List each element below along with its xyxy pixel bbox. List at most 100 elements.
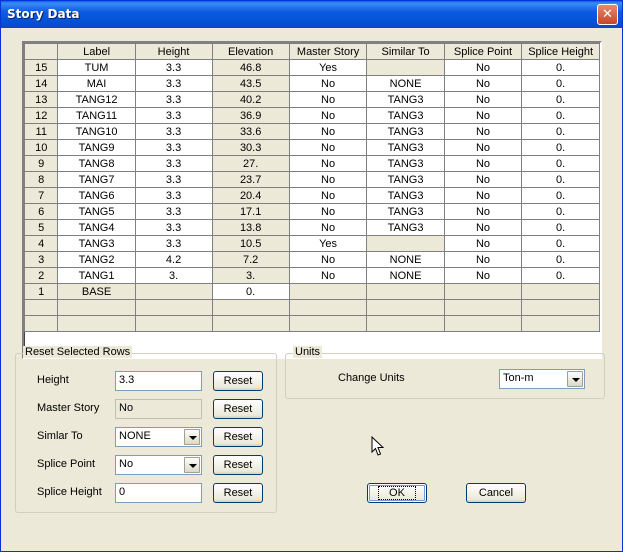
grid-cell[interactable]: 0. [521,107,600,124]
grid-cell[interactable]: No [288,187,368,204]
grid-cell[interactable]: 0. [521,139,600,156]
grid-cell[interactable]: 3.3 [134,123,213,140]
grid-cell[interactable]: 3.3 [134,139,213,156]
similar-to-reset-button[interactable]: Reset [213,427,263,447]
grid-cell[interactable]: TANG8 [57,155,136,172]
close-icon[interactable]: ✕ [597,4,618,25]
chevron-down-icon[interactable] [184,457,200,473]
grid-cell[interactable]: TANG7 [57,171,136,188]
grid-cell[interactable]: 3.3 [134,171,213,188]
grid-cell[interactable]: TANG3 [366,203,445,220]
table-row[interactable]: 9 TANG8 3.3 27. No TANG3 No 0. [24,155,600,172]
grid-cell[interactable]: 13.8 [211,219,290,236]
grid-cell[interactable]: No [288,251,368,268]
splice-height-reset-button[interactable]: Reset [213,483,263,503]
grid-cell[interactable]: 4.2 [134,251,213,268]
table-row[interactable]: 2 TANG1 3. 3. No NONE No 0. [24,267,600,284]
table-row[interactable]: 14 MAI 3.3 43.5 No NONE No 0. [24,75,600,92]
grid-cell[interactable]: No [443,267,523,284]
grid-cell[interactable]: NONE [366,267,445,284]
grid-cell[interactable]: TUM [57,59,136,76]
grid-cell[interactable]: No [443,187,523,204]
grid-cell[interactable]: 17.1 [211,203,290,220]
grid-cell[interactable]: TANG3 [366,187,445,204]
grid-cell[interactable]: No [288,123,368,140]
grid-cell[interactable]: 20.4 [211,187,290,204]
grid-cell[interactable]: 3. [211,267,290,284]
grid-cell[interactable]: No [288,91,368,108]
grid-cell[interactable]: 3. [134,267,213,284]
grid-cell[interactable]: 36.9 [211,107,290,124]
grid-cell[interactable]: 23.7 [211,171,290,188]
grid-header-cell[interactable]: Similar To [366,43,445,60]
grid-cell[interactable]: 10.5 [211,235,290,252]
grid-cell[interactable]: 3.3 [134,235,213,252]
grid-cell[interactable]: 46.8 [211,59,290,76]
grid-cell[interactable]: 3.3 [134,219,213,236]
grid-cell[interactable]: 3.3 [134,75,213,92]
table-row[interactable]: 12 TANG11 3.3 36.9 No TANG3 No 0. [24,107,600,124]
grid-header-cell[interactable]: Splice Height [521,43,600,60]
table-row[interactable]: 11 TANG10 3.3 33.6 No TANG3 No 0. [24,123,600,140]
grid-cell[interactable]: TANG3 [366,219,445,236]
grid-cell[interactable]: No [288,155,368,172]
grid-cell[interactable]: No [288,203,368,220]
grid-cell[interactable]: 3.3 [134,155,213,172]
grid-cell[interactable]: 43.5 [211,75,290,92]
grid-cell[interactable]: NONE [366,251,445,268]
grid-cell[interactable]: 0. [521,267,600,284]
grid-cell[interactable] [521,283,600,300]
grid-cell[interactable]: 0. [521,59,600,76]
grid-cell[interactable]: No [443,155,523,172]
grid-cell[interactable] [134,283,213,300]
grid-cell[interactable]: TANG4 [57,219,136,236]
splice-height-input[interactable]: 0 [115,483,202,503]
grid-cell[interactable]: MAI [57,75,136,92]
grid-header-cell[interactable] [24,43,59,60]
similar-to-select[interactable]: NONE [115,427,202,447]
grid-cell[interactable]: 40.2 [211,91,290,108]
grid-cell[interactable]: No [443,91,523,108]
grid-cell[interactable]: NONE [366,75,445,92]
grid-cell[interactable]: 3.3 [134,59,213,76]
grid-header-cell[interactable]: Elevation [211,43,290,60]
grid-cell[interactable]: TANG11 [57,107,136,124]
cancel-button[interactable]: Cancel [466,483,526,503]
splice-point-reset-button[interactable]: Reset [213,455,263,475]
grid-cell[interactable]: TANG10 [57,123,136,140]
grid-cell[interactable]: 0. [521,251,600,268]
grid-cell[interactable]: TANG5 [57,203,136,220]
grid-cell[interactable]: No [443,203,523,220]
grid-header-cell[interactable]: Master Story [288,43,368,60]
grid-cell[interactable]: 0. [521,91,600,108]
table-row[interactable]: 4 TANG3 3.3 10.5 Yes No 0. [24,235,600,252]
grid-cell[interactable]: 0. [521,123,600,140]
grid-cell[interactable]: 3.3 [134,187,213,204]
grid-cell[interactable]: No [288,219,368,236]
grid-cell[interactable]: TANG1 [57,267,136,284]
grid-cell[interactable]: 7.2 [211,251,290,268]
grid-cell[interactable]: BASE [57,283,136,300]
grid-cell[interactable]: TANG3 [366,171,445,188]
grid-cell[interactable]: TANG3 [57,235,136,252]
title-bar[interactable]: Story Data ✕ [1,1,622,28]
grid-cell[interactable]: 0. [521,75,600,92]
table-row[interactable]: 6 TANG5 3.3 17.1 No TANG3 No 0. [24,203,600,220]
grid-cell[interactable]: TANG3 [366,107,445,124]
height-reset-button[interactable]: Reset [213,371,263,391]
master-story-reset-button[interactable]: Reset [213,399,263,419]
grid-cell[interactable] [366,235,445,252]
grid-header-cell[interactable]: Height [134,43,213,60]
grid-cell[interactable]: No [443,139,523,156]
grid-cell[interactable]: 27. [211,155,290,172]
grid-header-cell[interactable]: Splice Point [443,43,523,60]
table-row[interactable]: 1 BASE 0. [24,283,600,300]
grid-cell[interactable]: No [443,59,523,76]
story-grid[interactable]: Label Height Elevation Master Story Similar … [22,41,602,359]
grid-cell[interactable]: 3.3 [134,203,213,220]
grid-cell[interactable]: TANG12 [57,91,136,108]
grid-cell[interactable]: TANG3 [366,155,445,172]
grid-cell[interactable] [288,283,368,300]
grid-cell[interactable]: TANG3 [366,139,445,156]
height-input[interactable]: 3.3 [115,371,202,391]
